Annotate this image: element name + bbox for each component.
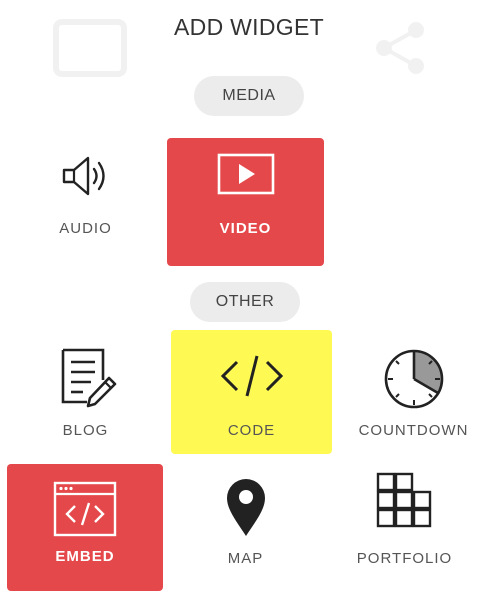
speaker-icon — [7, 152, 164, 200]
code-brackets-icon — [171, 352, 332, 400]
widget-label: PORTFOLIO — [356, 550, 453, 567]
widget-map[interactable]: MAP — [167, 464, 324, 591]
widget-blog[interactable]: BLOG — [7, 330, 164, 454]
grid-icon — [326, 470, 483, 532]
widget-label: BLOG — [62, 422, 109, 439]
widget-label: VIDEO — [219, 220, 272, 237]
widget-label: MAP — [227, 550, 264, 567]
widget-label: COUNTDOWN — [358, 422, 469, 439]
page-title: ADD WIDGET — [174, 14, 324, 40]
widget-label: CODE — [227, 422, 276, 439]
section-label-other: OTHER — [190, 282, 300, 322]
widget-video[interactable]: VIDEO — [167, 138, 324, 266]
widget-embed[interactable]: EMBED — [7, 464, 163, 591]
map-pin-icon — [167, 476, 324, 540]
widget-label: EMBED — [55, 548, 115, 565]
embed-window-icon — [7, 480, 163, 538]
widget-countdown[interactable]: COUNTDOWN — [335, 330, 492, 454]
widget-code[interactable]: CODE — [171, 330, 332, 454]
widget-label: AUDIO — [59, 220, 112, 237]
widget-audio[interactable]: AUDIO — [7, 138, 164, 266]
widget-portfolio[interactable]: PORTFOLIO — [326, 464, 483, 591]
section-label-media: MEDIA — [194, 76, 304, 116]
clock-icon — [335, 344, 492, 414]
document-pencil-icon — [7, 346, 164, 412]
video-play-icon — [167, 152, 324, 196]
